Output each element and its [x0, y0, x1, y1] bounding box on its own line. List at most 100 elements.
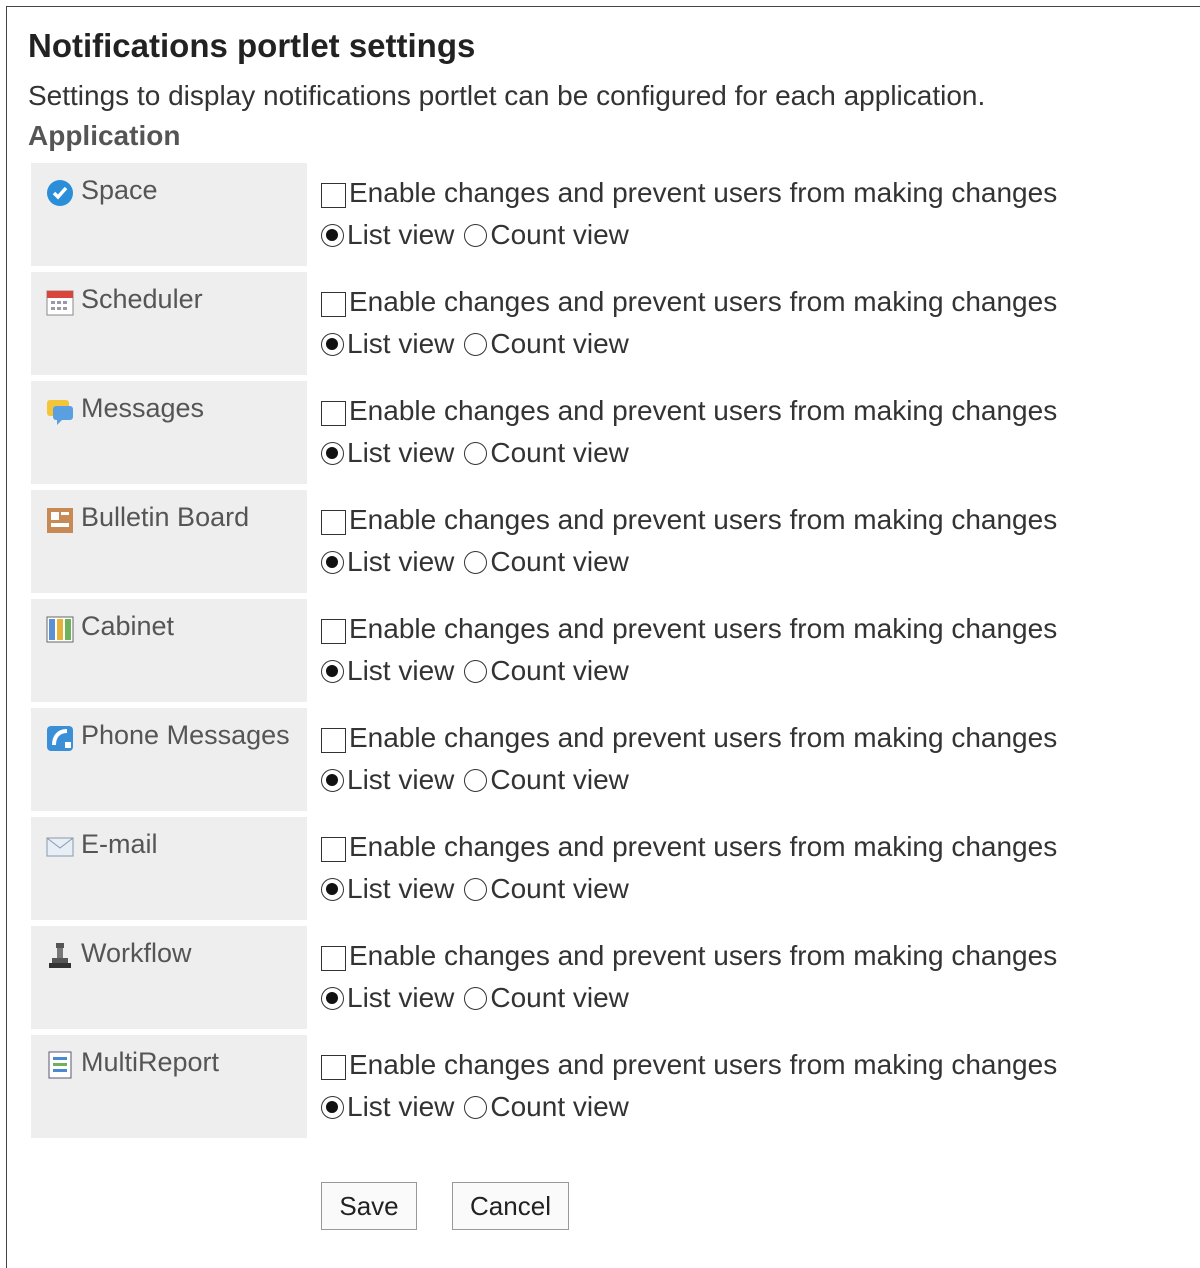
count-view-label: Count view [490, 219, 629, 250]
save-button[interactable]: Save [321, 1182, 417, 1230]
list-view-radio[interactable] [321, 768, 344, 792]
list-view-radio[interactable] [321, 441, 344, 465]
list-view-label: List view [347, 873, 455, 904]
count-view-radio[interactable] [464, 1095, 488, 1119]
count-view-label: Count view [490, 328, 629, 359]
app-cell: Phone Messages [31, 708, 307, 811]
list-view-label: List view [347, 764, 455, 795]
app-cell: Space [31, 163, 307, 266]
cancel-button[interactable]: Cancel [452, 1182, 569, 1230]
count-view-radio[interactable] [464, 877, 488, 901]
application-list: Space Enable changes and prevent users f… [31, 163, 1191, 1144]
app-row: Scheduler Enable changes and prevent use… [31, 272, 1191, 375]
list-view-radio[interactable] [321, 223, 344, 247]
list-view-radio[interactable] [321, 332, 344, 356]
page-title: Notifications portlet settings [28, 27, 476, 64]
enable-changes-option[interactable]: Enable changes and prevent users from ma… [321, 284, 1057, 320]
view-mode-group: List view Count view [321, 762, 639, 798]
count-view-label: Count view [490, 546, 629, 577]
count-view-label: Count view [490, 655, 629, 686]
count-view-radio[interactable] [464, 550, 488, 574]
app-name: Messages [81, 393, 205, 423]
app-name: Scheduler [81, 284, 203, 314]
enable-changes-option[interactable]: Enable changes and prevent users from ma… [321, 1047, 1057, 1083]
space-icon [45, 178, 75, 208]
count-view-radio[interactable] [464, 768, 488, 792]
enable-changes-label: Enable changes and prevent users from ma… [349, 722, 1058, 753]
count-view-radio[interactable] [464, 441, 488, 465]
count-view-radio[interactable] [464, 223, 488, 247]
count-view-label: Count view [490, 873, 629, 904]
list-view-label: List view [347, 437, 455, 468]
app-row: E-mail Enable changes and prevent users … [31, 817, 1191, 920]
enable-changes-option[interactable]: Enable changes and prevent users from ma… [321, 829, 1057, 865]
count-view-label: Count view [490, 764, 629, 795]
messages-icon [45, 396, 75, 426]
enable-changes-checkbox[interactable] [321, 618, 346, 644]
enable-changes-option[interactable]: Enable changes and prevent users from ma… [321, 393, 1057, 429]
list-view-label: List view [347, 655, 455, 686]
list-view-radio[interactable] [321, 659, 344, 683]
list-view-radio[interactable] [321, 986, 344, 1010]
app-row: Cabinet Enable changes and prevent users… [31, 599, 1191, 702]
enable-changes-label: Enable changes and prevent users from ma… [349, 1049, 1058, 1080]
app-name: Space [81, 175, 158, 205]
list-view-label: List view [347, 1091, 455, 1122]
multireport-icon [45, 1050, 75, 1080]
count-view-label: Count view [490, 437, 629, 468]
count-view-label: Count view [490, 982, 629, 1013]
app-row: Phone Messages Enable changes and preven… [31, 708, 1191, 811]
view-mode-group: List view Count view [321, 435, 639, 471]
email-icon [45, 832, 75, 862]
view-mode-group: List view Count view [321, 326, 639, 362]
count-view-radio[interactable] [464, 659, 488, 683]
enable-changes-option[interactable]: Enable changes and prevent users from ma… [321, 502, 1057, 538]
app-name: MultiReport [81, 1047, 220, 1077]
count-view-radio[interactable] [464, 986, 488, 1010]
enable-changes-checkbox[interactable] [321, 1054, 346, 1080]
phone-messages-icon [45, 723, 75, 753]
view-mode-group: List view Count view [321, 1089, 639, 1125]
count-view-radio[interactable] [464, 332, 488, 356]
list-view-radio[interactable] [321, 550, 344, 574]
list-view-label: List view [347, 219, 455, 250]
enable-changes-option[interactable]: Enable changes and prevent users from ma… [321, 938, 1057, 974]
cabinet-icon [45, 614, 75, 644]
view-mode-group: List view Count view [321, 871, 639, 907]
app-name: Bulletin Board [81, 502, 250, 532]
view-mode-group: List view Count view [321, 217, 639, 253]
count-view-label: Count view [490, 1091, 629, 1122]
list-view-label: List view [347, 328, 455, 359]
scheduler-icon [45, 287, 75, 317]
app-row: Messages Enable changes and prevent user… [31, 381, 1191, 484]
enable-changes-label: Enable changes and prevent users from ma… [349, 395, 1058, 426]
list-view-radio[interactable] [321, 1095, 344, 1119]
app-name: E-mail [81, 829, 158, 859]
list-view-label: List view [347, 982, 455, 1013]
view-mode-group: List view Count view [321, 544, 639, 580]
enable-changes-label: Enable changes and prevent users from ma… [349, 940, 1058, 971]
enable-changes-option[interactable]: Enable changes and prevent users from ma… [321, 175, 1057, 211]
enable-changes-checkbox[interactable] [321, 400, 346, 426]
enable-changes-checkbox[interactable] [321, 182, 346, 208]
bulletin-board-icon [45, 505, 75, 535]
enable-changes-option[interactable]: Enable changes and prevent users from ma… [321, 611, 1057, 647]
enable-changes-checkbox[interactable] [321, 945, 346, 971]
enable-changes-label: Enable changes and prevent users from ma… [349, 504, 1058, 535]
view-mode-group: List view Count view [321, 653, 639, 689]
enable-changes-checkbox[interactable] [321, 727, 346, 753]
app-row: MultiReport Enable changes and prevent u… [31, 1035, 1191, 1138]
enable-changes-label: Enable changes and prevent users from ma… [349, 613, 1058, 644]
enable-changes-label: Enable changes and prevent users from ma… [349, 286, 1058, 317]
enable-changes-checkbox[interactable] [321, 509, 346, 535]
enable-changes-option[interactable]: Enable changes and prevent users from ma… [321, 720, 1057, 756]
enable-changes-checkbox[interactable] [321, 836, 346, 862]
list-view-radio[interactable] [321, 877, 344, 901]
app-row: Bulletin Board Enable changes and preven… [31, 490, 1191, 593]
enable-changes-label: Enable changes and prevent users from ma… [349, 831, 1058, 862]
enable-changes-checkbox[interactable] [321, 291, 346, 317]
app-cell: MultiReport [31, 1035, 307, 1138]
app-cell: Cabinet [31, 599, 307, 702]
app-name: Workflow [81, 938, 192, 968]
app-cell: Messages [31, 381, 307, 484]
